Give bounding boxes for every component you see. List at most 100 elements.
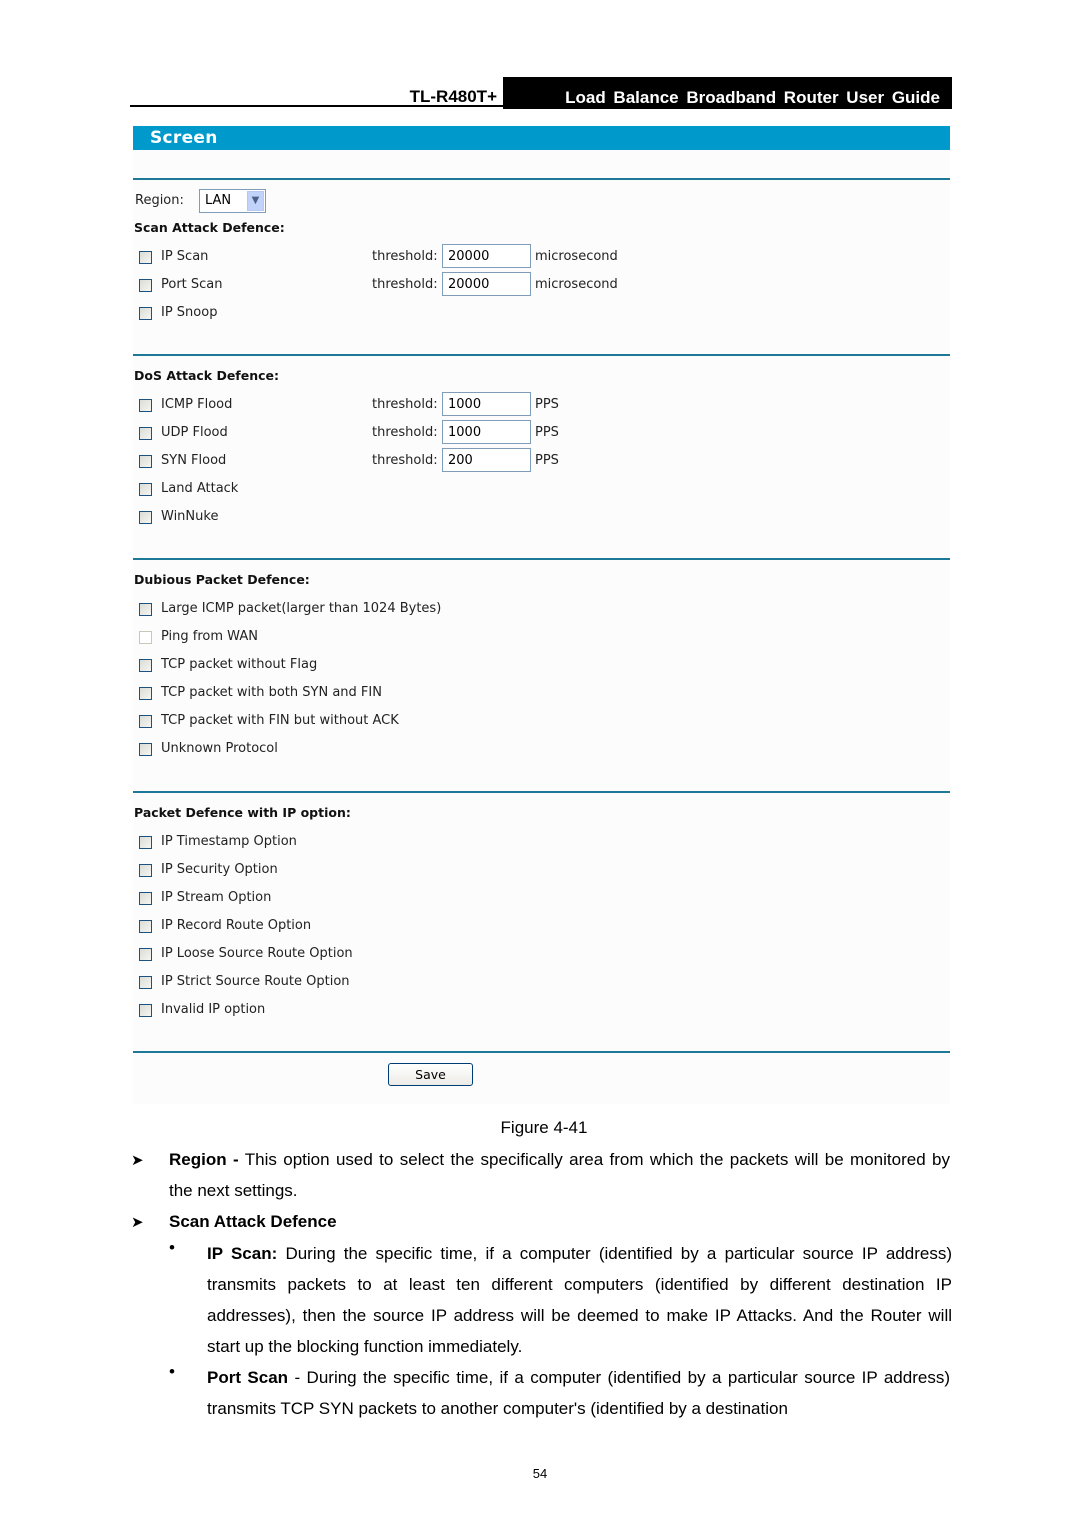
term-region: Region - xyxy=(169,1150,239,1169)
screen-settings-panel: Screen Region: LAN ▼ Scan Attack Defence… xyxy=(133,126,950,1104)
term-ip-scan: IP Scan: xyxy=(207,1244,278,1263)
term-port-scan: Port Scan xyxy=(207,1368,289,1387)
ip-scan-desc-text: During the specific time, if a computer … xyxy=(207,1244,952,1356)
option-row-icmp-flood: ICMP Flood threshold: PPS xyxy=(139,392,939,416)
udp-flood-threshold-input[interactable] xyxy=(442,420,531,444)
option-row-ip-strict-source-route: IP Strict Source Route Option xyxy=(139,973,939,993)
option-label: TCP packet with both SYN and FIN xyxy=(161,685,382,700)
region-select-value: LAN xyxy=(205,193,232,208)
checkbox-ip-snoop[interactable] xyxy=(139,307,152,320)
checkbox-udp-flood[interactable] xyxy=(139,427,152,440)
checkbox-syn-flood[interactable] xyxy=(139,455,152,468)
option-row-ip-snoop: IP Snoop xyxy=(139,304,939,324)
option-label: UDP Flood xyxy=(161,425,228,440)
chevron-down-icon[interactable]: ▼ xyxy=(247,191,264,211)
option-label: SYN Flood xyxy=(161,453,227,468)
region-select[interactable]: LAN ▼ xyxy=(199,189,266,213)
option-label: IP Scan xyxy=(161,249,209,264)
save-button[interactable]: Save xyxy=(388,1063,473,1086)
option-label: Unknown Protocol xyxy=(161,741,278,756)
option-label: Invalid IP option xyxy=(161,1002,266,1017)
arrow-bullet-icon: ➤ xyxy=(131,1152,144,1169)
unit-label: PPS xyxy=(535,425,559,440)
option-row-winnuke: WinNuke xyxy=(139,508,939,528)
option-row-ip-loose-source-route: IP Loose Source Route Option xyxy=(139,945,939,965)
checkbox-port-scan[interactable] xyxy=(139,279,152,292)
port-scan-description: Port Scan - During the specific time, if… xyxy=(207,1362,950,1424)
option-row-tcp-no-flag: TCP packet without Flag xyxy=(139,656,939,676)
port-scan-desc-text: - During the specific time, if a compute… xyxy=(207,1368,950,1418)
guide-title: Load Balance Broadband Router User Guide xyxy=(503,77,952,109)
heading-scan-attack: Scan Attack Defence xyxy=(169,1212,337,1231)
option-row-unknown-protocol: Unknown Protocol xyxy=(139,740,939,760)
region-label: Region: xyxy=(135,193,184,208)
threshold-label: threshold: xyxy=(372,397,438,412)
checkbox-ip-scan[interactable] xyxy=(139,251,152,264)
divider xyxy=(133,354,950,356)
checkbox-invalid-ip-option[interactable] xyxy=(139,1004,152,1017)
panel-title: Screen xyxy=(133,126,950,150)
divider xyxy=(133,1051,950,1053)
option-label: ICMP Flood xyxy=(161,397,233,412)
threshold-label: threshold: xyxy=(372,277,438,292)
option-label: IP Strict Source Route Option xyxy=(161,974,350,989)
option-label: TCP packet with FIN but without ACK xyxy=(161,713,399,728)
document-header: TL-R480T+ Load Balance Broadband Router … xyxy=(130,77,952,109)
option-row-udp-flood: UDP Flood threshold: PPS xyxy=(139,420,939,444)
option-label: IP Record Route Option xyxy=(161,918,312,933)
checkbox-ip-security[interactable] xyxy=(139,864,152,877)
unit-label: PPS xyxy=(535,397,559,412)
divider xyxy=(133,178,950,180)
checkbox-tcp-no-flag[interactable] xyxy=(139,659,152,672)
unit-label: PPS xyxy=(535,453,559,468)
ip-scan-threshold-input[interactable] xyxy=(442,244,531,268)
option-row-ip-security: IP Security Option xyxy=(139,861,939,881)
option-label: TCP packet without Flag xyxy=(161,657,318,672)
option-row-ip-timestamp: IP Timestamp Option xyxy=(139,833,939,853)
unit-label: microsecond xyxy=(535,249,618,264)
option-label: IP Timestamp Option xyxy=(161,834,297,849)
divider xyxy=(133,558,950,560)
checkbox-winnuke[interactable] xyxy=(139,511,152,524)
section-title-dos: DoS Attack Defence: xyxy=(134,368,280,383)
section-title-ip-option: Packet Defence with IP option: xyxy=(134,805,351,820)
option-label: IP Loose Source Route Option xyxy=(161,946,353,961)
option-row-ip-scan: IP Scan threshold: microsecond xyxy=(139,244,939,268)
icmp-flood-threshold-input[interactable] xyxy=(442,392,531,416)
syn-flood-threshold-input[interactable] xyxy=(442,448,531,472)
checkbox-icmp-flood[interactable] xyxy=(139,399,152,412)
figure-caption: Figure 4-41 xyxy=(500,1118,588,1137)
option-row-tcp-fin-no-ack: TCP packet with FIN but without ACK xyxy=(139,712,939,732)
divider xyxy=(133,791,950,793)
checkbox-ip-timestamp[interactable] xyxy=(139,836,152,849)
checkbox-ip-strict-source-route[interactable] xyxy=(139,976,152,989)
option-row-syn-flood: SYN Flood threshold: PPS xyxy=(139,448,939,472)
option-row-ip-record-route: IP Record Route Option xyxy=(139,917,939,937)
option-row-land-attack: Land Attack xyxy=(139,480,939,500)
checkbox-ip-record-route[interactable] xyxy=(139,920,152,933)
unit-label: microsecond xyxy=(535,277,618,292)
threshold-label: threshold: xyxy=(372,249,438,264)
option-label: IP Snoop xyxy=(161,305,218,320)
option-label: WinNuke xyxy=(161,509,219,524)
section-title-scan: Scan Attack Defence: xyxy=(134,220,285,235)
option-row-tcp-syn-fin: TCP packet with both SYN and FIN xyxy=(139,684,939,704)
checkbox-ip-loose-source-route[interactable] xyxy=(139,948,152,961)
option-row-ip-stream: IP Stream Option xyxy=(139,889,939,909)
option-row-ping-from-wan: Ping from WAN xyxy=(139,628,939,648)
scan-attack-heading: Scan Attack Defence xyxy=(169,1206,950,1237)
checkbox-tcp-syn-fin[interactable] xyxy=(139,687,152,700)
checkbox-tcp-fin-no-ack[interactable] xyxy=(139,715,152,728)
region-description: Region - This option used to select the … xyxy=(169,1144,950,1206)
checkbox-unknown-protocol[interactable] xyxy=(139,743,152,756)
arrow-bullet-icon: ➤ xyxy=(131,1214,144,1231)
checkbox-large-icmp[interactable] xyxy=(139,603,152,616)
option-row-invalid-ip-option: Invalid IP option xyxy=(139,1001,939,1021)
checkbox-land-attack[interactable] xyxy=(139,483,152,496)
option-label: Ping from WAN xyxy=(161,629,258,644)
option-label: Land Attack xyxy=(161,481,239,496)
checkbox-ip-stream[interactable] xyxy=(139,892,152,905)
checkbox-ping-from-wan xyxy=(139,631,152,644)
port-scan-threshold-input[interactable] xyxy=(442,272,531,296)
bullet-dot-icon: • xyxy=(169,1238,175,1257)
